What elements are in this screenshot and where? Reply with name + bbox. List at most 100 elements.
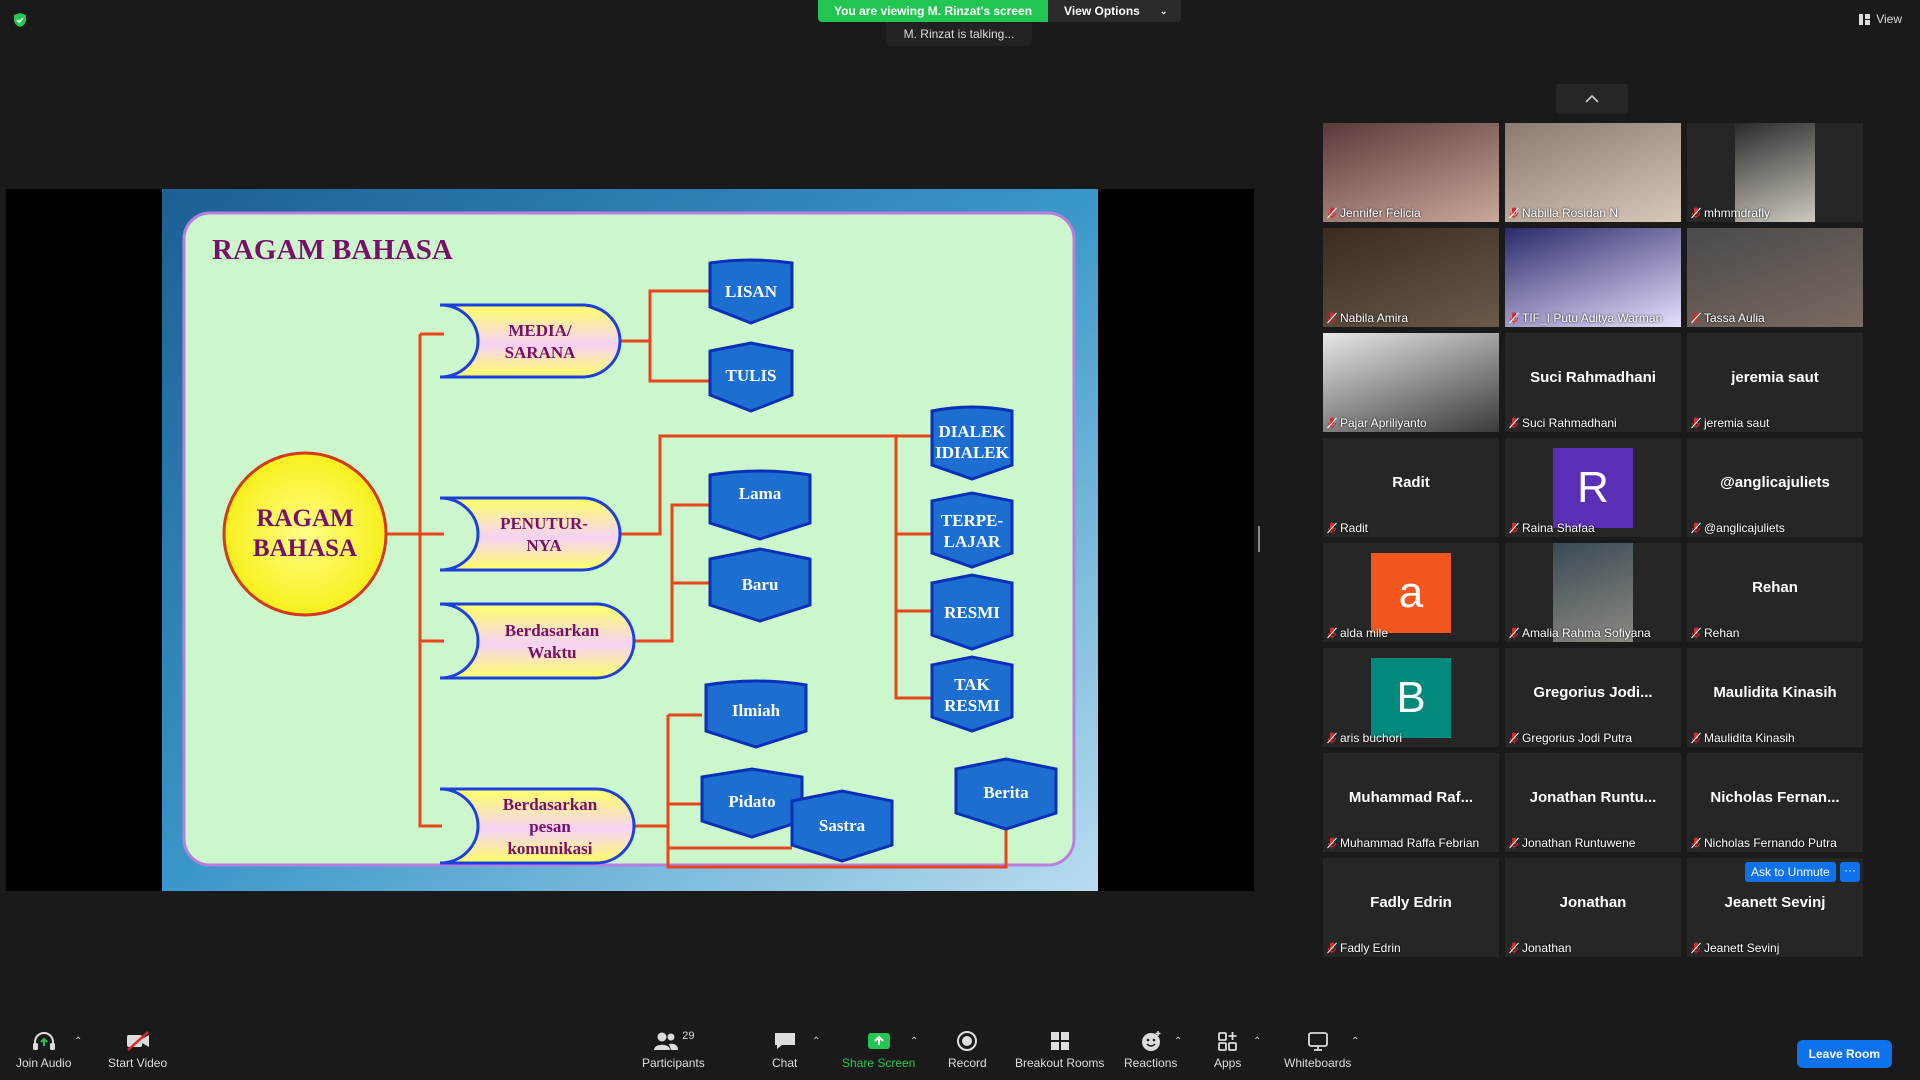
mic-muted-icon: [1691, 837, 1701, 849]
participant-name: Fadly Edrin: [1340, 941, 1401, 955]
security-shield-icon[interactable]: [12, 12, 28, 28]
leaf-tulis: TULIS: [708, 341, 794, 413]
category-media-line2: SARANA: [505, 343, 577, 362]
center-node-line2: BAHASA: [253, 535, 357, 562]
participant-tile[interactable]: Tassa Aulia: [1687, 228, 1863, 327]
participant-tile[interactable]: jeremia saut jeremia saut: [1687, 333, 1863, 432]
participant-tile[interactable]: TIF_I Putu Aditya Warman: [1505, 228, 1681, 327]
breakout-rooms-icon: [1050, 1032, 1069, 1050]
participant-tile[interactable]: Amalia Rahma Sofiyana: [1505, 543, 1681, 642]
participant-avatar: B: [1371, 658, 1451, 738]
participant-tile[interactable]: Maulidita Kinasih Maulidita Kinasih: [1687, 648, 1863, 747]
participant-name: Nicholas Fernando Putra: [1704, 836, 1837, 850]
participant-tile[interactable]: Radit Radit: [1323, 438, 1499, 537]
participant-tile[interactable]: Nabila Amira: [1323, 228, 1499, 327]
resize-handle[interactable]: [1258, 526, 1260, 552]
leaf-berita-label: Berita: [983, 783, 1029, 802]
share-screen-label: Share Screen: [842, 1056, 916, 1070]
participants-button[interactable]: 29 Participants: [642, 1030, 705, 1070]
reactions-button[interactable]: Reactions: [1124, 1030, 1177, 1070]
participant-namebar: Radit: [1327, 521, 1368, 535]
participant-namebar: alda mile: [1327, 626, 1388, 640]
start-video-button[interactable]: Start Video: [108, 1030, 167, 1070]
share-screen-button[interactable]: Share Screen: [842, 1030, 915, 1070]
leaf-tak-resmi-line1: TAK: [954, 675, 990, 694]
view-options-button[interactable]: View Options ⌄: [1048, 0, 1182, 22]
gallery-scroll-up-button[interactable]: [1556, 84, 1628, 114]
apps-options-caret[interactable]: ⌃: [1253, 1036, 1261, 1047]
chat-options-caret[interactable]: ⌃: [812, 1036, 820, 1047]
participant-namebar: Nicholas Fernando Putra: [1691, 836, 1837, 850]
audio-options-caret[interactable]: ⌃: [74, 1036, 82, 1047]
whiteboards-label: Whiteboards: [1284, 1056, 1352, 1070]
leaf-sastra: Sastra: [790, 789, 894, 863]
participant-namebar: Gregorius Jodi Putra: [1509, 731, 1632, 745]
mic-muted-icon: [1691, 627, 1701, 639]
join-audio-button[interactable]: Join Audio: [16, 1030, 71, 1070]
participant-tile[interactable]: Nicholas Fernan... Nicholas Fernando Putr…: [1687, 753, 1863, 852]
participant-namebar: Jeanett Sevinj: [1691, 941, 1779, 955]
participant-namebar: Amalia Rahma Sofiyana: [1509, 626, 1651, 640]
ask-to-unmute-button[interactable]: Ask to Unmute: [1745, 862, 1836, 882]
participant-name: jeremia saut: [1704, 416, 1770, 430]
grid-view-icon: [1859, 13, 1871, 25]
participant-display-name: jeremia saut: [1731, 369, 1819, 386]
participant-tile[interactable]: Gregorius Jodi... Gregorius Jodi Putra: [1505, 648, 1681, 747]
leaf-dialek-line2: IDIALEK: [935, 443, 1009, 462]
participant-tile[interactable]: mhmmdrafly: [1687, 123, 1863, 222]
leaf-pidato: Pidato: [700, 767, 804, 839]
record-label: Record: [948, 1056, 987, 1070]
leaf-resmi-label: RESMI: [944, 603, 1000, 622]
participant-tile[interactable]: Jonathan Runtu... Jonathan Runtuwene: [1505, 753, 1681, 852]
participant-namebar: TIF_I Putu Aditya Warman: [1509, 311, 1662, 325]
participant-name: Maulidita Kinasih: [1704, 731, 1795, 745]
reactions-options-caret[interactable]: ⌃: [1174, 1036, 1182, 1047]
category-penutur-line2: NYA: [526, 536, 562, 555]
whiteboards-button[interactable]: Whiteboards: [1284, 1030, 1351, 1070]
participant-namebar: @anglicajuliets: [1691, 521, 1785, 535]
participant-tile[interactable]: Rehan Rehan: [1687, 543, 1863, 642]
participant-tile[interactable]: Muhammad Raf... Muhammad Raffa Febrian: [1323, 753, 1499, 852]
center-node: [222, 451, 388, 617]
participants-count: 29: [682, 1030, 695, 1042]
participant-tile[interactable]: Nabilla Rosidan N: [1505, 123, 1681, 222]
participant-tile[interactable]: a alda mile: [1323, 543, 1499, 642]
participant-name: alda mile: [1340, 626, 1389, 640]
more-options-button[interactable]: ···: [1840, 862, 1860, 882]
view-button[interactable]: View: [1859, 12, 1902, 26]
participant-tile[interactable]: Jonathan Jonathan: [1505, 858, 1681, 957]
participant-tile[interactable]: Fadly Edrin Fadly Edrin: [1323, 858, 1499, 957]
participant-namebar: Muhammad Raffa Febrian: [1327, 836, 1479, 850]
participant-display-name: Radit: [1392, 474, 1430, 491]
participant-tile[interactable]: Suci Rahmadhani Suci Rahmadhani: [1505, 333, 1681, 432]
mic-muted-icon: [1327, 207, 1337, 219]
participant-tile[interactable]: Baris buchori: [1323, 648, 1499, 747]
participant-name: Suci Rahmadhani: [1522, 416, 1617, 430]
participant-display-name: Jonathan Runtu...: [1529, 789, 1657, 806]
participant-display-name: Gregorius Jodi...: [1533, 684, 1653, 701]
participant-tile[interactable]: R Raina Shafaa: [1505, 438, 1681, 537]
whiteboards-options-caret[interactable]: ⌃: [1351, 1036, 1359, 1047]
participant-tile[interactable]: @anglicajuliets @anglicajuliets: [1687, 438, 1863, 537]
view-label: View: [1876, 12, 1902, 26]
breakout-rooms-button[interactable]: Breakout Rooms: [1015, 1030, 1104, 1070]
share-options-caret[interactable]: ⌃: [910, 1036, 918, 1047]
participant-tile[interactable]: Pajar Apriliyanto: [1323, 333, 1499, 432]
mic-muted-icon: [1327, 732, 1337, 744]
chat-button[interactable]: Chat: [772, 1030, 797, 1070]
participant-name: Raina Shafaa: [1522, 521, 1595, 535]
mic-muted-icon: [1509, 417, 1519, 429]
leaf-ilmiah: Ilmiah: [704, 679, 808, 749]
record-button[interactable]: Record: [948, 1030, 987, 1070]
participant-name: Rehan: [1704, 626, 1740, 640]
leave-room-button[interactable]: Leave Room: [1796, 1040, 1892, 1068]
leaf-terpelajar: TERPE- LAJAR: [930, 491, 1014, 569]
participant-display-name: Maulidita Kinasih: [1713, 684, 1837, 701]
mic-muted-icon: [1509, 837, 1519, 849]
participant-namebar: Raina Shafaa: [1509, 521, 1595, 535]
apps-button[interactable]: Apps: [1214, 1030, 1241, 1070]
join-audio-label: Join Audio: [16, 1056, 72, 1070]
participant-tile[interactable]: Jennifer Felicia: [1323, 123, 1499, 222]
chevron-up-icon: [1585, 95, 1599, 103]
participant-name: aris buchori: [1340, 731, 1403, 745]
